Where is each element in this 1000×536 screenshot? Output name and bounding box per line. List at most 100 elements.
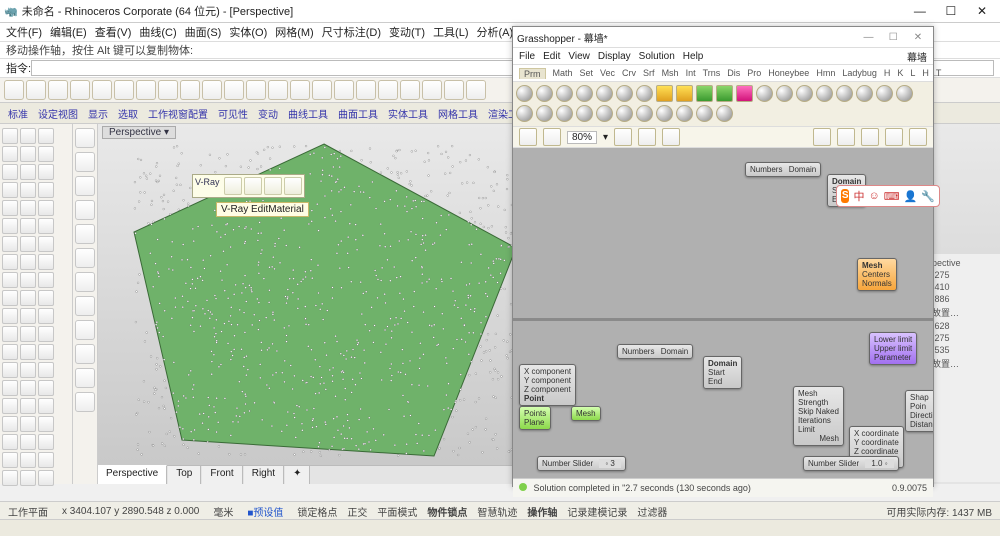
- tool-icon[interactable]: [38, 470, 54, 486]
- toolbar-icon[interactable]: [180, 80, 200, 100]
- menu-item[interactable]: 尺寸标注(D): [322, 24, 381, 40]
- tool-icon[interactable]: [38, 416, 54, 432]
- gh-component-icon[interactable]: [776, 85, 793, 102]
- minimize-button[interactable]: —: [906, 4, 934, 18]
- viewport-tab[interactable]: Right: [244, 466, 284, 484]
- toolbar-icon[interactable]: [4, 80, 24, 100]
- toolbar-icon[interactable]: [158, 80, 178, 100]
- tool-icon[interactable]: [38, 380, 54, 396]
- tool-icon[interactable]: [20, 380, 36, 396]
- tool-icon[interactable]: [2, 434, 18, 450]
- toolbar-tab[interactable]: 曲面工具: [338, 106, 378, 121]
- toolbar-tab[interactable]: 选取: [118, 106, 138, 121]
- tool-icon[interactable]: [38, 236, 54, 252]
- tool-icon[interactable]: [20, 290, 36, 306]
- gh-component-icon[interactable]: [696, 105, 713, 122]
- gh-tab[interactable]: Hmn: [816, 68, 835, 78]
- component-domain[interactable]: Domain Start End: [703, 356, 742, 389]
- gh-component-icon[interactable]: [616, 105, 633, 122]
- toolbar-icon[interactable]: [224, 80, 244, 100]
- gh-tab[interactable]: K: [897, 68, 903, 78]
- viewport-tab[interactable]: Top: [168, 466, 201, 484]
- menu-item[interactable]: 查看(V): [95, 24, 132, 40]
- toolbar-icon[interactable]: [400, 80, 420, 100]
- side-tool-icon[interactable]: [75, 200, 95, 220]
- gh-tab[interactable]: Msh: [662, 68, 679, 78]
- sogou-icon[interactable]: S: [841, 189, 849, 203]
- toolbar-icon[interactable]: [378, 80, 398, 100]
- side-tool-icon[interactable]: [75, 224, 95, 244]
- tool-icon[interactable]: [20, 362, 36, 378]
- statusbar-toggle[interactable]: 操作轴: [527, 508, 557, 519]
- toolbar-icon[interactable]: [268, 80, 288, 100]
- toolbar-tab[interactable]: 可见性: [218, 106, 248, 121]
- param-points-plane[interactable]: Points Plane: [519, 406, 551, 430]
- gh-menu-item[interactable]: Help: [683, 51, 704, 62]
- tool-icon[interactable]: [38, 290, 54, 306]
- tool-icon[interactable]: [2, 290, 18, 306]
- statusbar-toggle[interactable]: 过滤器: [637, 508, 667, 519]
- vray-icon[interactable]: [244, 177, 262, 195]
- gh-tab[interactable]: Set: [580, 68, 594, 78]
- component-mesh[interactable]: Mesh Centers Normals: [857, 258, 897, 291]
- toolbar-icon[interactable]: [422, 80, 442, 100]
- ime-user-icon[interactable]: 👤: [904, 190, 918, 203]
- side-tool-icon[interactable]: [75, 152, 95, 172]
- tool-icon[interactable]: [2, 146, 18, 162]
- toolbar-icon[interactable]: [136, 80, 156, 100]
- toolbar-icon[interactable]: [202, 80, 222, 100]
- gh-minimize-button[interactable]: —: [857, 32, 879, 43]
- gh-menu-item[interactable]: Display: [598, 51, 631, 62]
- tool-icon[interactable]: [20, 164, 36, 180]
- statusbar-toggle[interactable]: 物件锁点: [427, 508, 467, 519]
- tool-icon[interactable]: [20, 182, 36, 198]
- gh-component-icon[interactable]: [756, 85, 773, 102]
- toolbar-icon[interactable]: [290, 80, 310, 100]
- open-icon[interactable]: [519, 128, 537, 146]
- gh-component-icon[interactable]: [516, 85, 533, 102]
- tool-icon[interactable]: [38, 218, 54, 234]
- toolbar-icon[interactable]: [92, 80, 112, 100]
- gh-right-icon[interactable]: [909, 128, 927, 146]
- viewport-tab[interactable]: Front: [202, 466, 242, 484]
- tool-icon[interactable]: [38, 128, 54, 144]
- toolbar-tab[interactable]: 网格工具: [438, 106, 478, 121]
- tool-icon[interactable]: [38, 272, 54, 288]
- gh-component-icon[interactable]: [796, 85, 813, 102]
- tool-icon[interactable]: [38, 164, 54, 180]
- gh-component-icon[interactable]: [536, 105, 553, 122]
- toolbar-tab[interactable]: 设定视图: [38, 106, 78, 121]
- tool-icon[interactable]: [20, 308, 36, 324]
- toolbar-icon[interactable]: [334, 80, 354, 100]
- tool-icon[interactable]: [2, 272, 18, 288]
- gh-menu-item[interactable]: View: [568, 51, 590, 62]
- gh-component-icon[interactable]: [556, 105, 573, 122]
- tool-icon[interactable]: [2, 416, 18, 432]
- canvas-splitter[interactable]: [513, 318, 933, 321]
- tool-icon[interactable]: [2, 308, 18, 324]
- tool-icon[interactable]: [2, 362, 18, 378]
- layer-label[interactable]: ■预设值: [247, 504, 283, 519]
- ime-toolbar[interactable]: S 中 ☺ ⌨ 👤 🔧: [836, 185, 940, 207]
- tool-icon[interactable]: [2, 218, 18, 234]
- tool-icon[interactable]: [20, 218, 36, 234]
- vray-icon[interactable]: [264, 177, 282, 195]
- tool-icon[interactable]: [20, 344, 36, 360]
- tool-icon[interactable]: [20, 398, 36, 414]
- gh-component-icon[interactable]: [676, 85, 693, 102]
- menu-item[interactable]: 分析(A): [477, 24, 514, 40]
- gh-tab[interactable]: L: [910, 68, 915, 78]
- tool-icon[interactable]: [2, 398, 18, 414]
- gh-component-icon[interactable]: [696, 85, 713, 102]
- gh-component-icon[interactable]: [576, 85, 593, 102]
- gh-component-icon[interactable]: [616, 85, 633, 102]
- menu-item[interactable]: 文件(F): [6, 24, 42, 40]
- viewport-tab[interactable]: Perspective: [98, 465, 167, 484]
- gh-component-icon[interactable]: [896, 85, 913, 102]
- tool-icon[interactable]: [2, 380, 18, 396]
- gh-tab[interactable]: Trns: [703, 68, 721, 78]
- gh-component-icon[interactable]: [816, 85, 833, 102]
- vray-icon[interactable]: [284, 177, 302, 195]
- toolbar-icon[interactable]: [246, 80, 266, 100]
- component-construct-point[interactable]: X component Y component Z component Poin…: [519, 364, 576, 406]
